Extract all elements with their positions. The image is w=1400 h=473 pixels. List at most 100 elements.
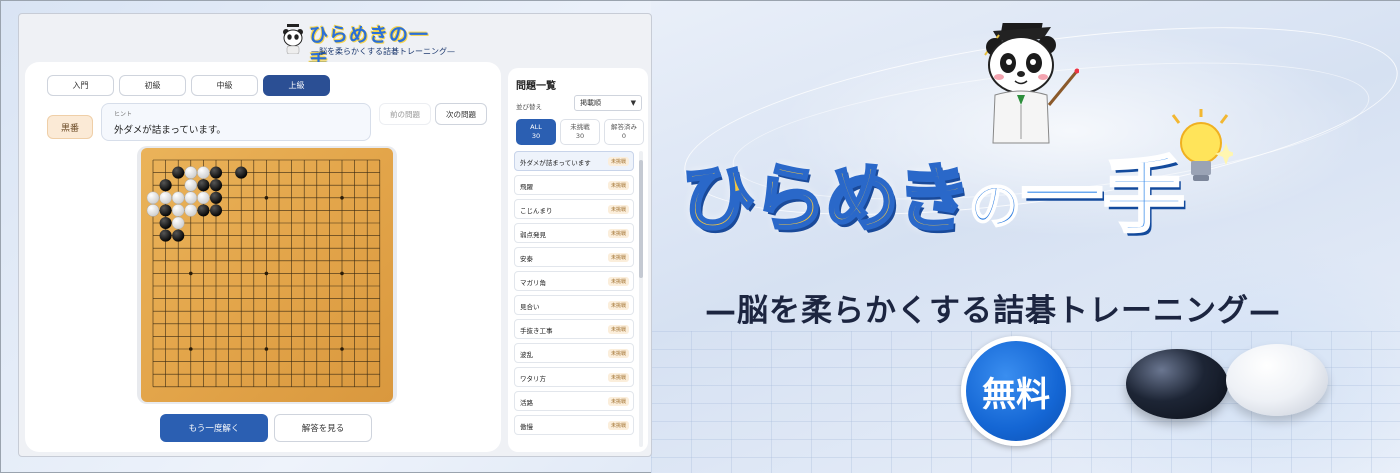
- tab-advanced[interactable]: 上級: [263, 75, 330, 96]
- promo-title-kanji: 一手: [1020, 148, 1187, 246]
- star-point: [264, 271, 269, 276]
- promo-banner: ひらめきの一手 —脳を柔らかくする詰碁トレーニング— 無料: [651, 1, 1400, 473]
- white-stone: [171, 204, 185, 217]
- black-stone: [172, 229, 185, 242]
- status-badge: 未挑戦: [607, 421, 629, 430]
- problem-title: ワタリ方: [520, 375, 546, 383]
- problem-title: 手抜き工事: [520, 327, 553, 335]
- logo-subtitle: —脳を柔らかくする詰碁トレーニング—: [311, 47, 455, 56]
- filter-count: 0: [621, 132, 627, 140]
- status-badge: 未挑戦: [607, 373, 629, 382]
- scrollbar-thumb[interactable]: [639, 160, 643, 278]
- hint-text: 外ダメが詰まっています。: [114, 125, 226, 136]
- black-stone: [235, 166, 248, 179]
- list-item[interactable]: 弱点発見 未挑戦: [514, 223, 634, 243]
- status-badge: 未挑戦: [607, 157, 629, 166]
- status-badge: 未挑戦: [607, 229, 629, 238]
- problem-list-panel: 問題一覧 並び替え 掲載順 ▼ ALL 30 未挑戦 30 解答済み 0 外ダメ…: [508, 68, 648, 452]
- star-point: [340, 271, 344, 276]
- white-stone: [184, 204, 198, 217]
- black-stone: [209, 179, 223, 192]
- list-item[interactable]: 活路 未挑戦: [514, 391, 634, 411]
- black-stone: [209, 191, 223, 204]
- list-item[interactable]: ワタリ方 未挑戦: [514, 367, 634, 387]
- white-stone: [184, 191, 198, 205]
- list-item[interactable]: 安泰 未挑戦: [514, 247, 634, 267]
- sort-label: 並び替え: [516, 103, 542, 111]
- next-problem-button[interactable]: 次の問題: [435, 103, 487, 125]
- filter-unattempted[interactable]: 未挑戦 30: [560, 119, 600, 145]
- black-stone: [172, 166, 185, 179]
- promo-title: ひらめきの一手: [680, 129, 1187, 248]
- free-badge: 無料: [961, 336, 1071, 446]
- retry-button[interactable]: もう一度解く: [160, 414, 268, 442]
- turn-badge: 黒番: [47, 115, 93, 139]
- promo-subtitle: —脳を柔らかくする詰碁トレーニング—: [705, 293, 1281, 329]
- problem-title: 安泰: [520, 255, 533, 263]
- filter-all[interactable]: ALL 30: [516, 119, 556, 145]
- white-stone: [184, 178, 198, 192]
- problem-title: 外ダメが詰まっています: [520, 159, 591, 167]
- level-tabs: 入門 初級 中級 上級: [47, 75, 330, 96]
- status-badge: 未挑戦: [607, 277, 629, 286]
- filter-solved[interactable]: 解答済み 0: [604, 119, 644, 145]
- tab-beginner[interactable]: 入門: [47, 75, 114, 96]
- star-point: [264, 196, 269, 200]
- tab-elementary[interactable]: 初級: [119, 75, 186, 96]
- status-badge: 未挑戦: [607, 397, 629, 406]
- status-badge: 未挑戦: [607, 325, 629, 334]
- app-window: ひらめきの一手 —脳を柔らかくする詰碁トレーニング— 入門 初級 中級 上級 黒…: [18, 13, 652, 457]
- show-answer-button[interactable]: 解答を見る: [274, 414, 372, 442]
- filter-label: 未挑戦: [570, 123, 590, 132]
- hint-label: ヒント: [114, 111, 133, 118]
- problem-title: マガリ角: [520, 279, 546, 287]
- list-item[interactable]: 手抜き工事 未挑戦: [514, 319, 634, 339]
- promo-title-hira: ひらめき: [680, 155, 973, 244]
- black-stone: [159, 179, 172, 192]
- list-item[interactable]: 波乱 未挑戦: [514, 343, 634, 363]
- problem-list-title: 問題一覧: [516, 81, 556, 92]
- status-badge: 未挑戦: [607, 349, 629, 358]
- status-badge: 未挑戦: [607, 205, 629, 214]
- problem-title: 波乱: [520, 351, 533, 359]
- problem-title: 飛躍: [520, 183, 533, 191]
- star-point: [340, 347, 344, 351]
- black-stone: [159, 229, 172, 242]
- star-point: [264, 347, 269, 351]
- problem-list: 外ダメが詰まっています 未挑戦 飛躍 未挑戦 こじんまり 未挑戦 弱点発見 未挑戦 安泰 未挑戦マ…: [514, 151, 634, 439]
- list-item[interactable]: 飛躍 未挑戦: [514, 175, 634, 195]
- star-point: [189, 271, 193, 276]
- white-stone: [159, 191, 172, 205]
- problem-title: 見合い: [520, 303, 540, 311]
- black-stone: [159, 204, 172, 217]
- tab-intermediate[interactable]: 中級: [191, 75, 258, 96]
- hint-box: ヒント 外ダメが詰まっています。: [101, 103, 371, 141]
- sort-select[interactable]: 掲載順 ▼: [574, 95, 642, 111]
- status-badge: 未挑戦: [607, 301, 629, 310]
- white-stone: [146, 191, 160, 205]
- go-board[interactable]: [141, 148, 393, 402]
- filter-count: 30: [531, 132, 541, 140]
- star-point: [189, 347, 193, 351]
- white-stone-decoration: [1226, 344, 1328, 416]
- black-stone-decoration: [1126, 349, 1228, 419]
- main-panel: 入門 初級 中級 上級 黒番 ヒント 外ダメが詰まっています。 前の問題 次の問…: [25, 62, 501, 452]
- black-stone: [159, 216, 172, 230]
- problem-title: 傲慢: [520, 423, 533, 431]
- white-stone: [146, 204, 160, 217]
- filter-label: 解答済み: [611, 123, 637, 132]
- filter-count: 30: [575, 132, 585, 140]
- app-logo: ひらめきの一手 —脳を柔らかくする詰碁トレーニング—: [275, 18, 455, 73]
- black-stone: [197, 204, 210, 217]
- sort-value: 掲載順: [580, 99, 601, 107]
- black-stone: [209, 166, 223, 179]
- list-item[interactable]: 傲慢 未挑戦: [514, 415, 634, 435]
- list-item[interactable]: こじんまり 未挑戦: [514, 199, 634, 219]
- black-stone: [209, 204, 223, 217]
- list-item[interactable]: 見合い 未挑戦: [514, 295, 634, 315]
- prev-problem-button[interactable]: 前の問題: [379, 103, 431, 125]
- list-item[interactable]: 外ダメが詰まっています 未挑戦: [514, 151, 634, 171]
- chevron-down-icon: ▼: [630, 99, 636, 107]
- promo-title-no: の: [968, 176, 1022, 238]
- list-item[interactable]: マガリ角 未挑戦: [514, 271, 634, 291]
